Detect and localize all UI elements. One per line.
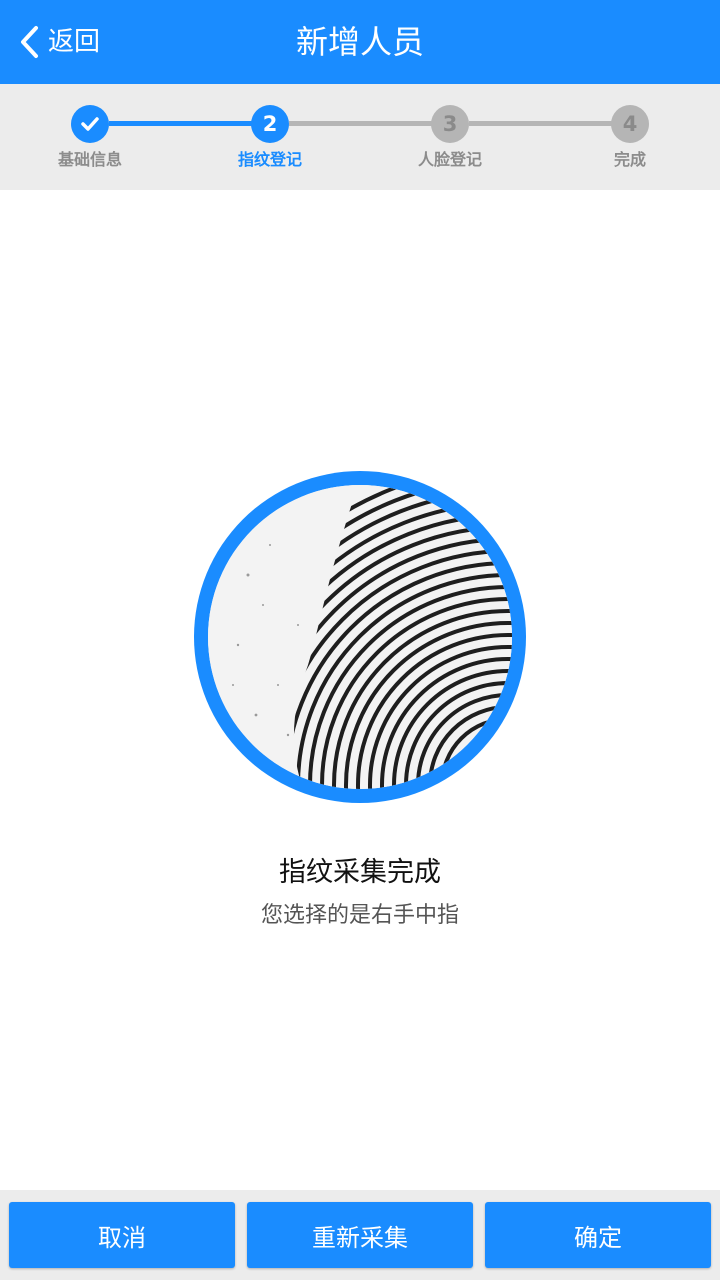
recapture-button[interactable]: 重新采集	[247, 1202, 473, 1268]
confirm-button[interactable]: 确定	[485, 1202, 711, 1268]
selected-finger-text: 您选择的是右手中指	[260, 903, 459, 928]
bottom-action-bar: 取消 重新采集 确定	[0, 1190, 720, 1280]
step-2-label: 指纹登记	[237, 150, 302, 169]
step-3-label: 人脸登记	[417, 150, 482, 169]
step-4-label: 完成	[613, 150, 646, 169]
progress-stepper: 2 3 4 基础信息 指纹登记 人脸登记 完成	[0, 84, 720, 190]
back-label: 返回	[48, 27, 101, 57]
fingerprint-icon	[208, 485, 512, 789]
cancel-button[interactable]: 取消	[9, 1202, 235, 1268]
step-1-label: 基础信息	[57, 150, 122, 169]
step-4-number: 4	[611, 105, 649, 143]
fingerprint-image	[208, 485, 512, 789]
step-connector-3	[469, 121, 612, 126]
capture-status-title: 指纹采集完成	[279, 857, 441, 888]
step-3-number: 3	[431, 105, 469, 143]
step-connector-1	[109, 121, 252, 126]
check-icon	[81, 117, 99, 131]
fingerprint-frame	[194, 471, 526, 803]
step-2-number: 2	[251, 105, 289, 143]
step-1-check-icon	[71, 105, 109, 143]
step-connector-2	[289, 121, 432, 126]
page-title: 新增人员	[295, 23, 424, 61]
top-bar: 返回 新增人员	[0, 0, 720, 84]
back-button[interactable]: 返回	[18, 22, 100, 62]
chevron-left-icon	[21, 26, 38, 58]
